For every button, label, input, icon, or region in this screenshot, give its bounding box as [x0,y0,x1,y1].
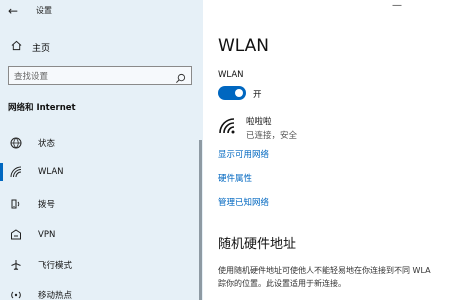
airplane-icon [8,259,24,271]
vpn-icon [8,229,24,241]
back-arrow-icon[interactable]: ← [8,4,18,18]
sidebar-item-home[interactable]: 主页 [8,38,50,56]
sidebar-item-label: 移动热点 [38,291,73,301]
active-indicator [0,163,3,181]
hardware-properties-link[interactable]: 硬件属性 [218,172,252,184]
random-hw-description-line2: 踪你的位置。此设置适用于新连接。 [218,279,346,288]
sidebar-item-label: VPN [38,230,56,240]
wifi-icon [8,166,24,178]
manage-known-networks-link[interactable]: 管理已知网络 [218,196,269,208]
sidebar-item-label: 状态 [38,139,56,149]
section-title: 网络和 Internet [8,103,76,113]
globe-icon [8,137,24,149]
minimize-icon[interactable]: — [392,0,402,11]
hotspot-icon [8,289,24,301]
sidebar-item-label: 拨号 [38,200,56,210]
toggle-knob [235,89,243,97]
sidebar-item-wlan[interactable]: WLAN [0,161,203,183]
network-name[interactable]: 啦啦啦 [246,115,272,127]
sidebar-item-status[interactable]: 状态 [0,132,203,154]
wlan-toggle[interactable] [218,86,246,100]
search-placeholder: 查找设置 [14,72,49,82]
sidebar-item-label: WLAN [38,167,64,177]
sidebar-item-hotspot[interactable]: 移动热点 [0,284,203,306]
show-available-networks-link[interactable]: 显示可用网络 [218,148,269,160]
sidebar-item-label: 飞行模式 [38,261,73,271]
window-title: 设置 [36,6,52,15]
sidebar-item-airplane[interactable]: 飞行模式 [0,254,203,276]
sidebar-item-dialup[interactable]: 拨号 [0,193,203,215]
sidebar: ← 设置 主页 查找设置 网络和 Internet 状态 WLAN 拨号 VPN… [0,0,203,301]
wifi-signal-icon [218,117,238,139]
page-title: WLAN [218,36,270,56]
random-hw-title: 随机硬件地址 [218,237,297,252]
search-input[interactable]: 查找设置 [8,66,192,85]
toggle-state: 开 [253,90,262,100]
network-status: 已连接，安全 [246,131,298,141]
sidebar-scrollbar[interactable] [199,140,202,300]
sidebar-item-label: 主页 [32,43,51,54]
home-icon [8,40,24,54]
phone-icon [8,198,24,210]
random-hw-description-line1: 使用随机硬件地址可使他人不能轻易地在你连接到不同 WLA [218,266,431,275]
wlan-toggle-label: WLAN [218,70,244,80]
sidebar-item-vpn[interactable]: VPN [0,224,203,246]
search-icon[interactable] [175,69,186,88]
